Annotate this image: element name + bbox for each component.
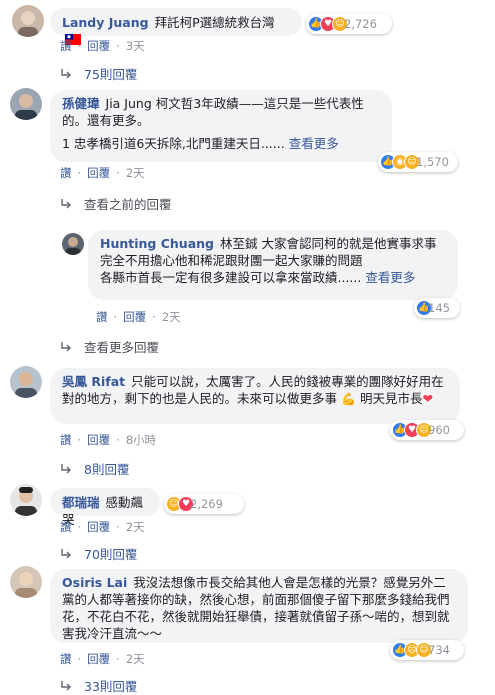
view-replies-link[interactable]: 75則回覆 <box>60 64 137 83</box>
like-link[interactable]: 讚 <box>60 432 72 448</box>
reaction-summary[interactable]: 👍 145 <box>414 298 460 318</box>
comment-text: 林至鋮 大家會認同柯的就是他實事求事 <box>219 236 437 251</box>
see-more-link[interactable]: 查看更多 <box>365 270 415 285</box>
see-more-replies-label[interactable]: 查看更多回覆 <box>84 337 159 356</box>
reply-link[interactable]: 回覆 <box>123 309 146 325</box>
comment-text: Jia Jung 柯文哲3年政績——這只是一些代表性的。還有更多。 <box>62 96 364 128</box>
see-more-replies-link[interactable]: 查看更多回覆 <box>60 337 159 356</box>
comment-actions: 讚 · 回覆 · 3天 <box>60 38 145 54</box>
like-link[interactable]: 讚 <box>96 309 108 325</box>
reply-link[interactable]: 回覆 <box>87 651 110 667</box>
reply-arrow-icon <box>61 463 71 473</box>
comment-actions: 讚 · 回覆 · 2天 <box>96 309 181 325</box>
reply-link[interactable]: 回覆 <box>87 519 110 535</box>
avatar[interactable] <box>10 566 42 598</box>
reaction-count: 734 <box>428 643 450 657</box>
like-link[interactable]: 讚 <box>60 651 72 667</box>
reaction-count: 2,269 <box>190 497 223 511</box>
reaction-summary[interactable]: ☺ ♥ 2,269 <box>164 494 244 514</box>
heart-icon: ❤ <box>422 391 433 406</box>
reply-arrow-icon <box>61 68 71 78</box>
comment-author[interactable]: 孫健瑋 <box>62 96 100 111</box>
comment-actions: 讚 · 回覆 · 8小時 <box>60 432 157 448</box>
comment-time[interactable]: 2天 <box>162 309 181 325</box>
comment-author[interactable]: 都瑞瑞 <box>62 495 100 510</box>
reaction-summary[interactable]: 👍 ♥ ☺ 960 <box>390 420 464 440</box>
see-previous-label[interactable]: 查看之前的回覆 <box>84 194 172 213</box>
reply-arrow-icon <box>61 548 71 558</box>
view-replies-link[interactable]: 33則回覆 <box>60 676 137 695</box>
reply-arrow-icon <box>61 680 71 690</box>
comment-text: 拜託柯P選總統救台灣 <box>154 15 275 30</box>
comment-time[interactable]: 2天 <box>126 165 145 181</box>
avatar[interactable] <box>10 366 42 398</box>
comment-bubble: Osiris Lai 我沒法想像市長交給其他人會是怎樣的光景？感覺另外二黨的人都等… <box>50 569 468 643</box>
reaction-summary[interactable]: 👍 ☹ ☺ 734 <box>390 640 464 660</box>
like-link[interactable]: 讚 <box>60 519 72 535</box>
comment-author[interactable]: Landy Juang <box>62 15 149 30</box>
replies-count[interactable]: 33則回覆 <box>84 676 137 695</box>
like-link[interactable]: 讚 <box>60 165 72 181</box>
flexed-biceps-icon: 💪 <box>341 392 356 406</box>
comment-actions: 讚 · 回覆 · 2天 <box>60 519 145 535</box>
replies-count[interactable]: 75則回覆 <box>84 64 137 83</box>
reply-bubble: Hunting Chuang 林至鋮 大家會認同柯的就是他實事求事 完全不用擔心他… <box>88 230 458 300</box>
reply-link[interactable]: 回覆 <box>87 165 110 181</box>
comment-time[interactable]: 8小時 <box>126 432 156 448</box>
reaction-summary[interactable]: 👍 ♥ ☺ 2,726 <box>306 14 392 34</box>
avatar[interactable] <box>62 233 84 255</box>
reaction-count: 960 <box>428 423 450 437</box>
comment-author[interactable]: Osiris Lai <box>62 575 127 590</box>
comment-time[interactable]: 3天 <box>126 38 145 54</box>
comment-text-end: 明天見市長 <box>359 391 423 406</box>
comment-time[interactable]: 2天 <box>126 651 145 667</box>
comment-bubble: Landy Juang 拜託柯P選總統救台灣 <box>50 8 302 45</box>
replies-count[interactable]: 70則回覆 <box>84 544 137 563</box>
comment-text-line: 1 忠孝橋引道6天拆除,北門重建天日...... <box>62 136 285 151</box>
replies-count[interactable]: 8則回覆 <box>84 459 129 478</box>
avatar[interactable] <box>12 5 44 37</box>
reaction-count: 2,726 <box>344 17 377 31</box>
comment-actions: 讚 · 回覆 · 2天 <box>60 651 145 667</box>
avatar[interactable] <box>10 88 42 120</box>
comment-time[interactable]: 2天 <box>126 519 145 535</box>
comment-author[interactable]: 吳鳳 Rifat <box>62 374 125 389</box>
reply-arrow-icon <box>61 341 71 351</box>
reaction-count: 1,570 <box>416 155 449 169</box>
avatar[interactable] <box>10 484 42 516</box>
comment-bubble: 都瑞瑞 感動飆哭 <box>50 488 160 527</box>
view-replies-link[interactable]: 70則回覆 <box>60 544 137 563</box>
see-more-link[interactable]: 查看更多 <box>289 136 339 151</box>
comment-text-line: 各縣市首長一定有很多建設可以拿來當政績...... <box>100 270 362 285</box>
like-link[interactable]: 讚 <box>60 38 72 54</box>
view-replies-link[interactable]: 8則回覆 <box>60 459 129 478</box>
see-previous-replies-link[interactable]: 查看之前的回覆 <box>60 194 172 213</box>
reaction-summary[interactable]: 👍 ◉ ☺ 1,570 <box>378 152 458 172</box>
comment-text-line: 完全不用擔心他和稀泥跟財團一起大家賺的問題 <box>100 253 363 268</box>
comment-bubble: 吳鳳 Rifat 只能可以說，太厲害了。人民的錢被專業的團隊好好用在對的地方，剩下… <box>50 368 460 424</box>
comment-author[interactable]: Hunting Chuang <box>100 236 214 251</box>
comment-bubble: 孫健瑋 Jia Jung 柯文哲3年政績——這只是一些代表性的。還有更多。 1 忠… <box>50 90 392 162</box>
reaction-count: 145 <box>428 301 450 315</box>
reply-arrow-icon <box>61 198 71 208</box>
comment-actions: 讚 · 回覆 · 2天 <box>60 165 145 181</box>
reply-link[interactable]: 回覆 <box>87 38 110 54</box>
reply-link[interactable]: 回覆 <box>87 432 110 448</box>
